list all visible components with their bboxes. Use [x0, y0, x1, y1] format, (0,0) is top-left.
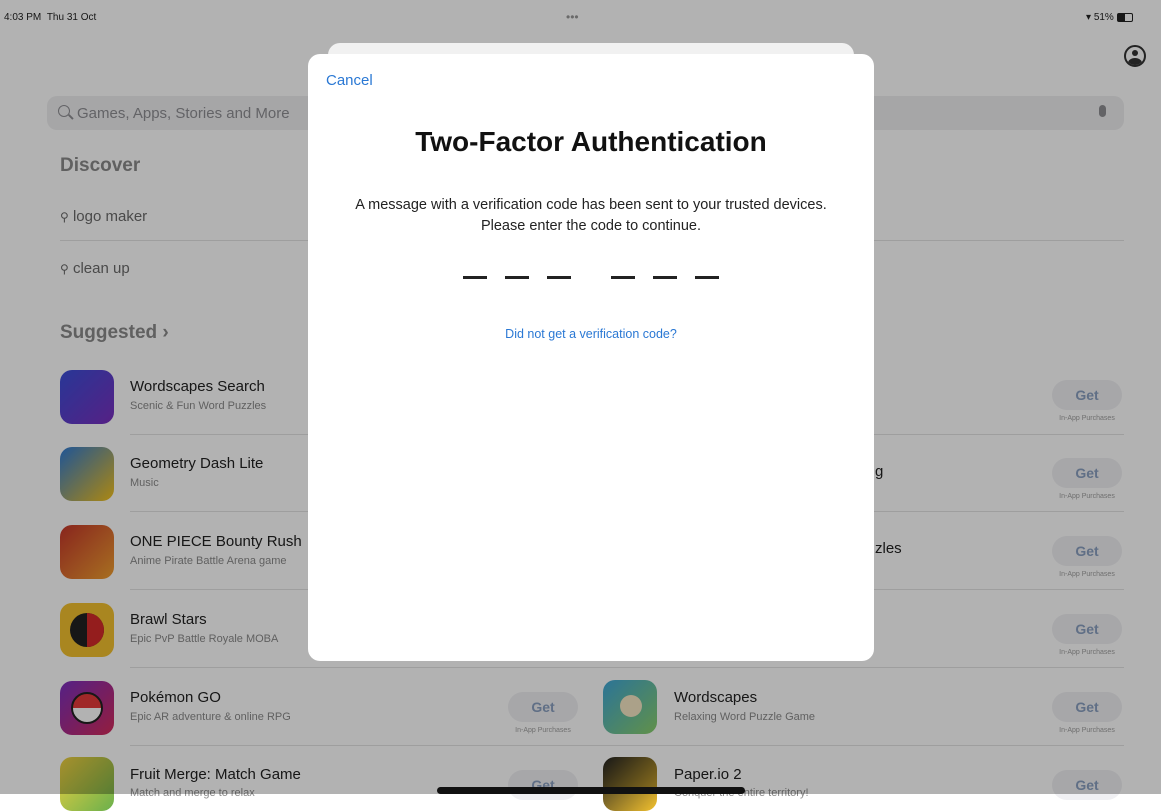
code-slot[interactable] — [611, 276, 635, 279]
code-slot[interactable] — [505, 276, 529, 279]
code-slot[interactable] — [463, 276, 487, 279]
two-factor-dialog: Cancel Two-Factor Authentication A messa… — [308, 54, 874, 661]
code-slot[interactable] — [653, 276, 677, 279]
dialog-title: Two-Factor Authentication — [415, 126, 767, 157]
resend-code-link[interactable]: Did not get a verification code? — [308, 327, 874, 341]
code-slot[interactable] — [547, 276, 571, 279]
code-slot[interactable] — [695, 276, 719, 279]
home-indicator[interactable] — [437, 787, 745, 794]
cancel-button[interactable]: Cancel — [326, 72, 373, 89]
dialog-message: A message with a verification code has b… — [355, 197, 827, 234]
